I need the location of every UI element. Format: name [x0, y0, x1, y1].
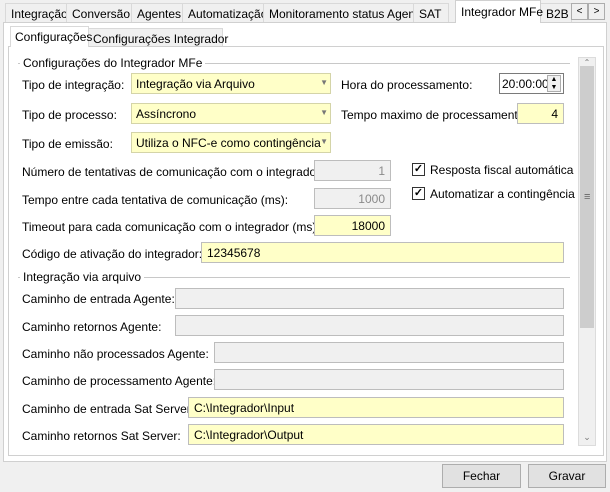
- tentativas-label: Número de tentativas de comunicação com …: [22, 165, 324, 179]
- spinner-up-down-icon[interactable]: ▲ ▼: [547, 75, 561, 92]
- vertical-scrollbar[interactable]: ⌃ ⌄: [578, 57, 596, 446]
- retornos-sat-label: Caminho retornos Sat Server:: [22, 429, 181, 443]
- resposta-fiscal-label: Resposta fiscal automática: [430, 163, 574, 177]
- chevron-down-icon: ▼: [320, 78, 328, 87]
- tempo-max-input[interactable]: 4: [517, 103, 564, 124]
- tempo-entre-input[interactable]: 1000: [314, 188, 391, 209]
- tempo-entre-label: Tempo entre cada tentativa de comunicaçã…: [22, 193, 289, 207]
- chevron-down-icon: ▼: [320, 137, 328, 146]
- tipo-processo-label: Tipo de processo:: [22, 108, 117, 122]
- tipo-integracao-value: Integração via Arquivo: [136, 77, 255, 91]
- tab-integrador-mfe[interactable]: Integrador MFe: [455, 0, 543, 23]
- timeout-label: Timeout para cada comunicação com o inte…: [22, 220, 320, 234]
- tipo-emissao-label: Tipo de emissão:: [22, 137, 113, 151]
- timeout-input[interactable]: 18000: [314, 215, 391, 236]
- tipo-processo-value: Assíncrono: [136, 107, 197, 121]
- tab-scroll-left-button[interactable]: <: [571, 3, 588, 20]
- codigo-input[interactable]: 12345678: [201, 242, 564, 263]
- gravar-button[interactable]: Gravar: [528, 464, 606, 488]
- tab-automatizacao[interactable]: Automatização: [182, 3, 267, 23]
- codigo-label: Código de ativação do integrador:: [22, 247, 203, 261]
- retornos-agente-input[interactable]: [175, 315, 564, 336]
- subtab-configuracoes[interactable]: Configurações: [10, 26, 92, 47]
- tab-integracao[interactable]: Integração: [5, 3, 68, 23]
- retornos-agente-label: Caminho retornos Agente:: [22, 320, 162, 334]
- processamento-agente-label: Caminho de processamento Agente:: [22, 374, 217, 388]
- retornos-sat-input[interactable]: C:\Integrador\Output: [188, 424, 564, 445]
- chevron-down-icon: ▼: [320, 108, 328, 117]
- scroll-down-icon[interactable]: ⌄: [579, 432, 595, 444]
- tipo-emissao-select[interactable]: Utiliza o NFC-e como contingência ▼: [131, 132, 331, 153]
- tab-agentes[interactable]: Agentes: [131, 3, 183, 23]
- entrada-agente-label: Caminho de entrada Agente:: [22, 292, 175, 306]
- tab-scroll-right-button[interactable]: >: [588, 3, 605, 20]
- grip-icon: ≡: [584, 191, 591, 203]
- tipo-emissao-value: Utiliza o NFC-e como contingência: [136, 136, 321, 150]
- tab-sat[interactable]: SAT: [413, 3, 449, 23]
- tipo-integracao-select[interactable]: Integração via Arquivo ▼: [131, 73, 331, 94]
- nao-processados-input[interactable]: [214, 342, 564, 363]
- group-title-arquivo: Integração via arquivo: [20, 270, 145, 284]
- tipo-integracao-label: Tipo de integração:: [22, 78, 125, 92]
- automatizar-label: Automatizar a contingência: [430, 187, 575, 201]
- tentativas-input[interactable]: 1: [314, 160, 391, 181]
- entrada-agente-input[interactable]: [175, 288, 564, 309]
- tab-conversao[interactable]: Conversão: [66, 3, 132, 23]
- nao-processados-label: Caminho não processados Agente:: [22, 347, 209, 361]
- entrada-sat-input[interactable]: C:\Integrador\Input: [188, 397, 564, 418]
- fechar-button[interactable]: Fechar: [442, 464, 521, 488]
- tempo-max-label: Tempo maximo de processamento:: [341, 108, 528, 122]
- processamento-agente-input[interactable]: [214, 369, 564, 390]
- hora-label: Hora do processamento:: [341, 78, 473, 92]
- group-title-integrador: Configurações do Integrador MFe: [20, 56, 206, 70]
- hora-value: 20:00:00: [502, 77, 549, 91]
- automatizar-checkbox[interactable]: ✓: [412, 187, 425, 200]
- subtab-configuracoes-integrador[interactable]: Configurações Integrador: [88, 28, 228, 47]
- resposta-fiscal-checkbox[interactable]: ✓: [412, 163, 425, 176]
- entrada-sat-label: Caminho de entrada Sat Server:: [22, 402, 195, 416]
- tipo-processo-select[interactable]: Assíncrono ▼: [131, 103, 331, 124]
- scroll-up-icon[interactable]: ⌃: [579, 58, 595, 67]
- tab-b2b[interactable]: B2B: [540, 3, 572, 23]
- tab-monitoramento[interactable]: Monitoramento status Agente: [263, 3, 425, 23]
